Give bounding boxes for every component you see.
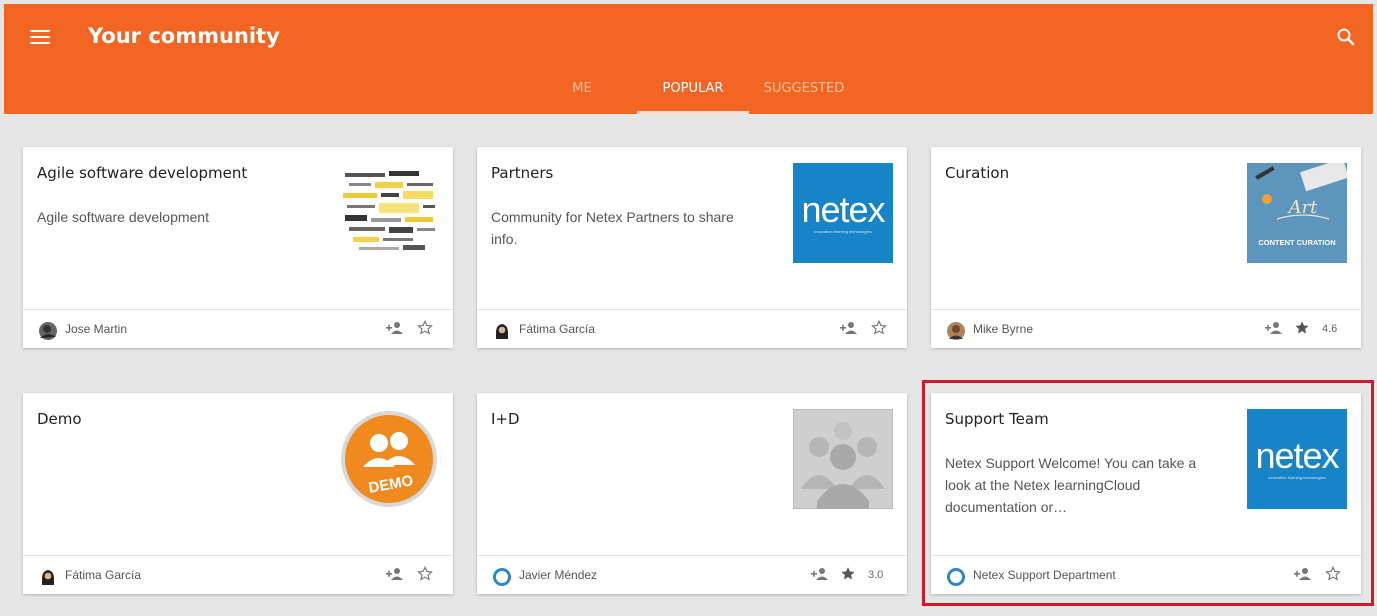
page-title: Your community bbox=[88, 24, 280, 48]
card-description: Agile software development bbox=[37, 209, 209, 225]
avatar bbox=[493, 322, 511, 340]
community-card-demo[interactable]: Demo DEMO Fátima García bbox=[23, 393, 453, 594]
add-member-icon[interactable] bbox=[385, 319, 405, 339]
add-member-icon[interactable] bbox=[839, 319, 859, 339]
group-placeholder-image bbox=[792, 408, 894, 510]
tab-bar: ME POPULAR SUGGESTED bbox=[4, 74, 1373, 114]
content-curation-image: Art CONTENT CURATION bbox=[1247, 158, 1349, 263]
card-title[interactable]: Agile software development bbox=[37, 164, 247, 182]
rating-value: 4.6 bbox=[1322, 323, 1338, 335]
community-card-support-team[interactable]: Support Team Netex Support Welcome! You … bbox=[931, 393, 1361, 594]
card-footer: Javier Méndez 3.0 bbox=[477, 556, 907, 594]
card-title[interactable]: Demo bbox=[37, 410, 82, 428]
card-footer: Mike Byrne 4.6 bbox=[931, 310, 1361, 348]
netex-logo: netex innovation learning technologies bbox=[793, 163, 893, 263]
star-filled-icon[interactable] bbox=[1293, 319, 1311, 337]
card-title[interactable]: Curation bbox=[945, 164, 1009, 182]
search-icon[interactable] bbox=[1335, 26, 1357, 48]
add-member-icon[interactable] bbox=[385, 565, 405, 585]
avatar bbox=[39, 568, 57, 586]
star-outline-icon[interactable] bbox=[870, 319, 888, 337]
avatar bbox=[947, 568, 965, 586]
card-footer: Netex Support Department bbox=[931, 556, 1361, 594]
card-title[interactable]: I+D bbox=[491, 410, 520, 428]
tab-popular[interactable]: POPULAR bbox=[637, 74, 749, 114]
app-bar: Your community ME POPULAR SUGGESTED bbox=[4, 4, 1373, 114]
community-card-curation[interactable]: Curation Art CONTENT CURATION Mike Byrne… bbox=[931, 147, 1361, 348]
owner-name[interactable]: Mike Byrne bbox=[973, 322, 1033, 336]
demo-badge: DEMO bbox=[339, 409, 439, 509]
tab-me[interactable]: ME bbox=[552, 74, 612, 114]
svg-text:CONTENT CURATION: CONTENT CURATION bbox=[1258, 238, 1335, 247]
card-footer: Fátima García bbox=[477, 310, 907, 348]
owner-name[interactable]: Jose Martin bbox=[65, 322, 127, 336]
card-description: Community for Netex Partners to share in… bbox=[491, 209, 734, 247]
star-outline-icon[interactable] bbox=[416, 319, 434, 337]
card-description: Netex Support Welcome! You can take a lo… bbox=[945, 455, 1197, 515]
card-footer: Jose Martin bbox=[23, 310, 453, 348]
card-title[interactable]: Support Team bbox=[945, 410, 1049, 428]
community-card-agile[interactable]: Agile software development Agile softwar… bbox=[23, 147, 453, 348]
star-outline-icon[interactable] bbox=[1324, 565, 1342, 583]
netex-logo: netex innovation learning technologies bbox=[1247, 409, 1347, 509]
community-card-i-d[interactable]: I+D Javier Méndez 3.0 bbox=[477, 393, 907, 594]
owner-name[interactable]: Fátima García bbox=[519, 322, 595, 336]
tab-suggested[interactable]: SUGGESTED bbox=[749, 74, 859, 114]
avatar bbox=[947, 322, 965, 340]
add-member-icon[interactable] bbox=[1264, 319, 1284, 339]
avatar bbox=[493, 568, 511, 586]
add-member-icon[interactable] bbox=[810, 565, 830, 585]
rating-value: 3.0 bbox=[868, 569, 884, 581]
card-title[interactable]: Partners bbox=[491, 164, 553, 182]
community-card-partners[interactable]: Partners Community for Netex Partners to… bbox=[477, 147, 907, 348]
owner-name[interactable]: Fátima García bbox=[65, 568, 141, 582]
owner-name[interactable]: Netex Support Department bbox=[973, 568, 1116, 582]
wordcloud-image bbox=[339, 163, 439, 263]
owner-name[interactable]: Javier Méndez bbox=[519, 568, 597, 582]
add-member-icon[interactable] bbox=[1293, 565, 1313, 585]
card-footer: Fátima García bbox=[23, 556, 453, 594]
menu-icon[interactable] bbox=[30, 30, 50, 46]
avatar bbox=[39, 322, 57, 340]
star-outline-icon[interactable] bbox=[416, 565, 434, 583]
star-filled-icon[interactable] bbox=[839, 565, 857, 583]
